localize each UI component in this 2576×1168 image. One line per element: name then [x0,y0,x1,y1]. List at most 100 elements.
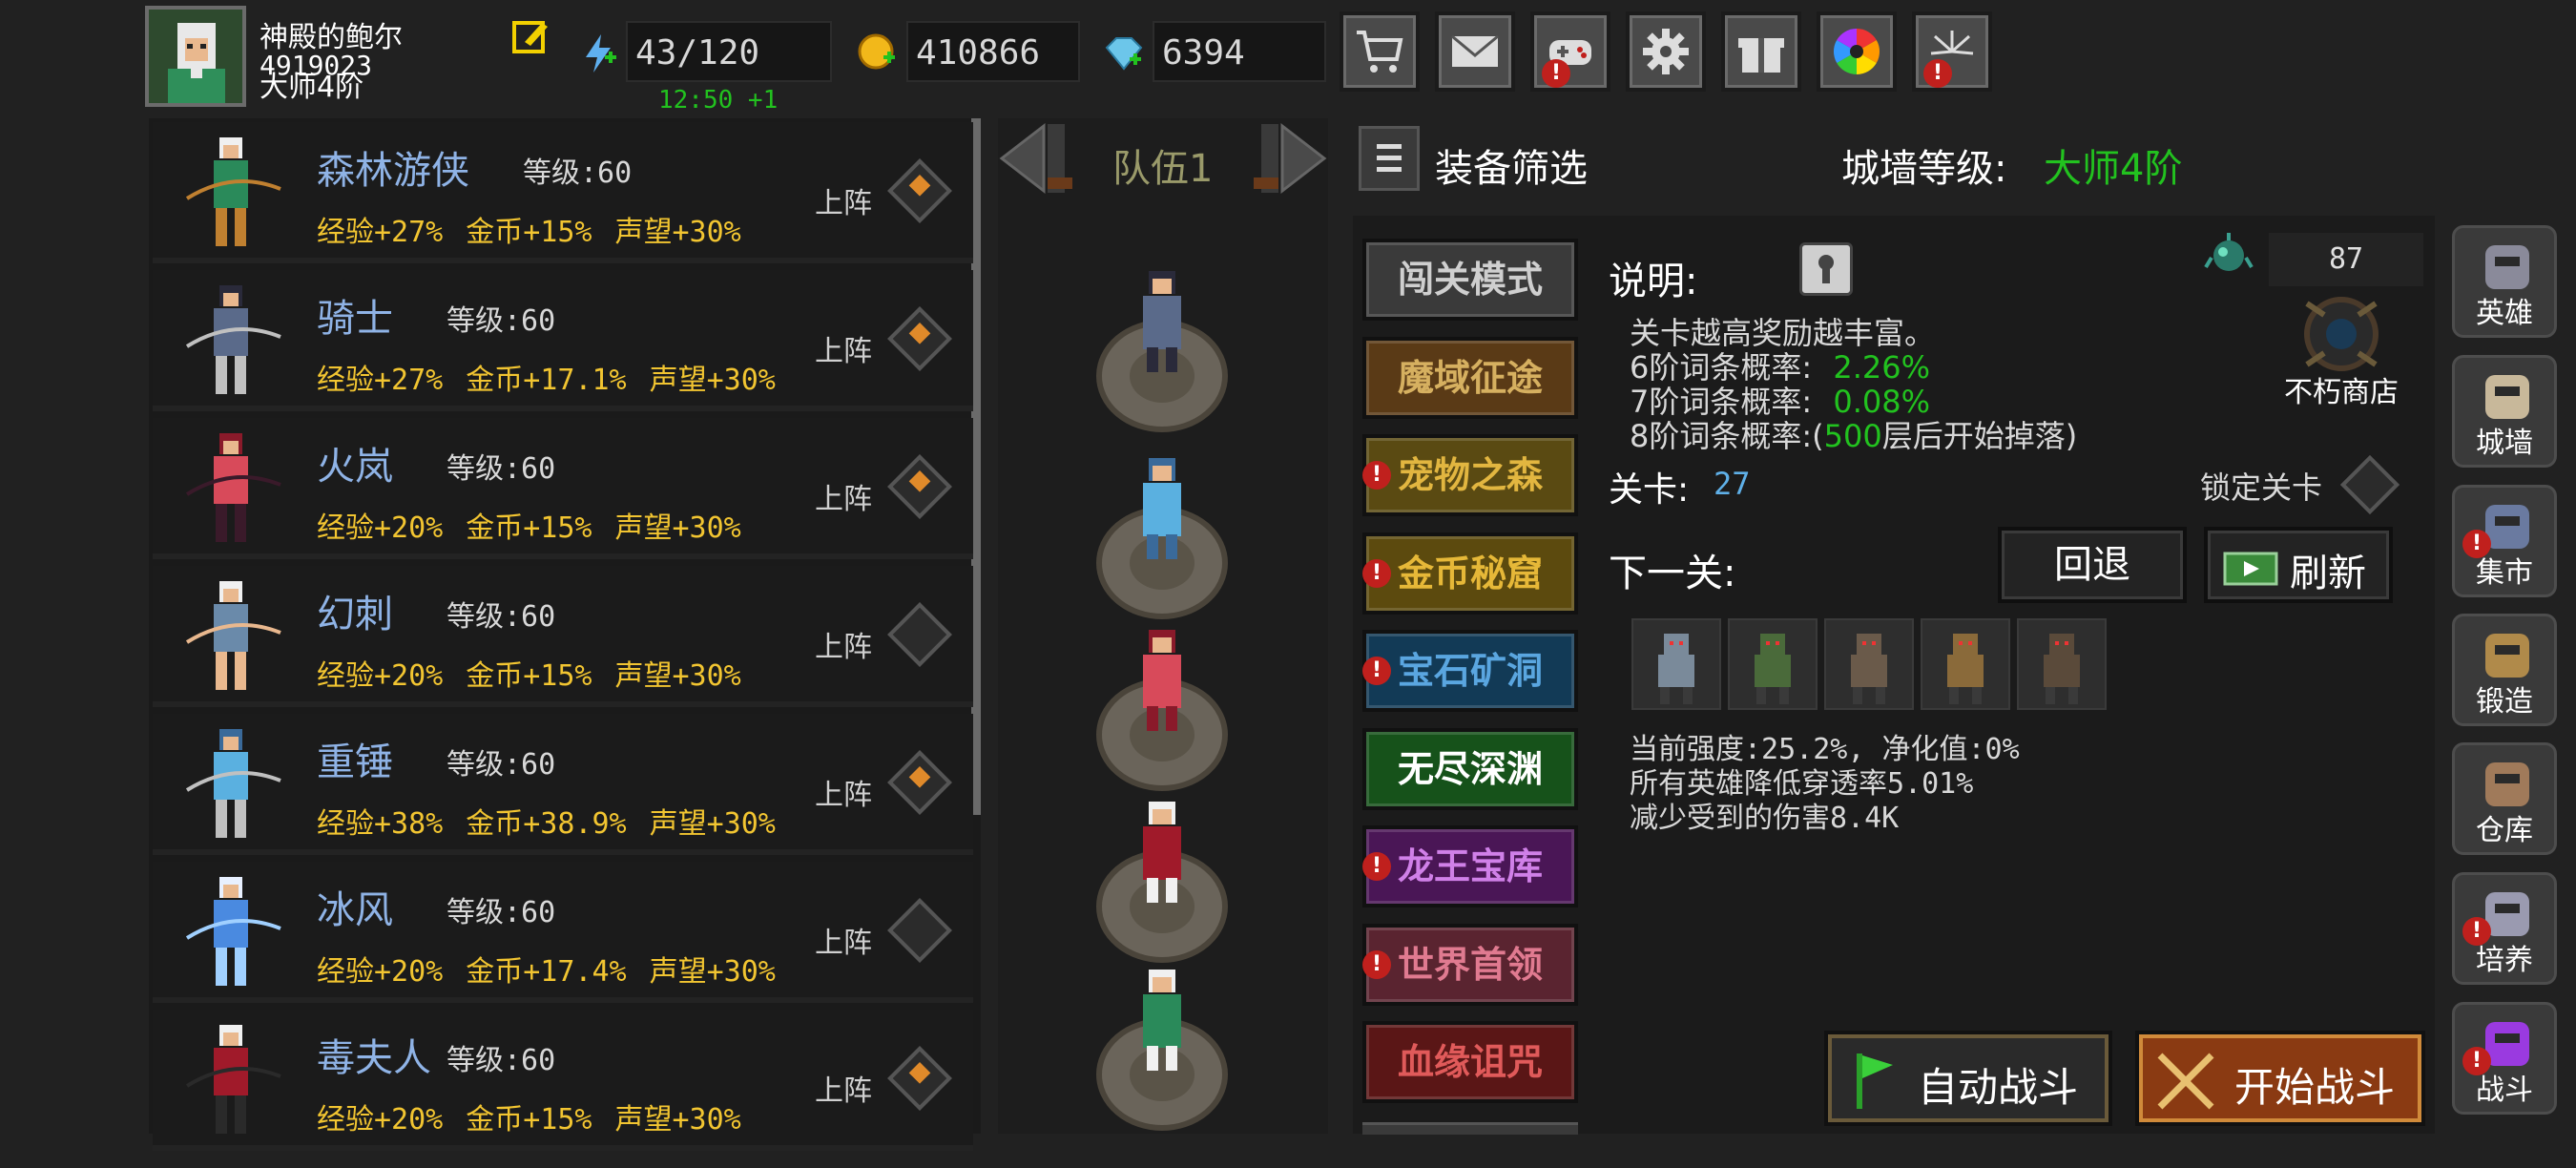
hero-name: 重锤 [317,740,393,784]
auto-battle-button[interactable]: 自动战斗 [1824,1031,2112,1126]
back-button[interactable]: 回退 [1998,527,2187,603]
equipment-filter-button[interactable] [1359,126,1420,191]
gift-button[interactable] [1721,11,1801,92]
mode-button[interactable]: 宠物之森! [1362,434,1578,516]
menu-chalice-button[interactable]: 培养! [2452,872,2557,985]
edit-name-icon[interactable] [511,17,550,55]
team-slot[interactable] [1095,782,1229,964]
start-battle-button[interactable]: 开始战斗 [2135,1031,2425,1126]
mode-label[interactable]: 闯关模式 [1398,259,1543,301]
mode-button[interactable]: 世界首领! [1362,923,1578,1006]
tier8-rate-value: 500 [1823,418,1882,454]
hero-fame-bonus: 声望+30% [614,511,741,545]
auto-battle-label[interactable]: 自动战斗 [1918,1055,2078,1114]
hero-deploy-toggle[interactable] [887,898,952,963]
tier8-rate-row: 8阶词条概率:(500层后开始掉落) [1630,412,2077,456]
fireworks-button[interactable]: ! [1912,11,1992,92]
hero-deploy-toggle[interactable] [887,1046,952,1111]
mode-button[interactable]: 龙王宝库! [1362,825,1578,907]
hero-portrait-icon [185,877,281,986]
mode-label[interactable]: 血缘诅咒 [1398,1041,1543,1083]
menu-castle-button[interactable]: 城墙 [2452,355,2557,468]
menu-anvil-button[interactable]: 锻造 [2452,614,2557,726]
enemy-preview[interactable] [2017,618,2107,710]
player-avatar[interactable] [145,6,246,107]
mode-label[interactable]: 金币秘窟 [1398,553,1543,594]
mode-alert-badge: ! [1362,852,1391,881]
team-next-arrow[interactable] [1250,120,1330,197]
color-wheel-button[interactable] [1817,11,1897,92]
menu-label: 锻造 [2476,685,2533,719]
mode-button[interactable]: 金币秘窟! [1362,532,1578,615]
hero-row[interactable]: 重锤 等级:60 经验+38% 金币+38.9% 声望+30% 上阵 [153,714,973,855]
energy-counter: 43/120 [626,21,832,82]
info-hint-button[interactable] [1799,242,1853,296]
mode-label[interactable]: 宝石矿洞 [1398,650,1543,692]
equipment-filter-label[interactable]: 装备筛选 [1435,137,1588,193]
immortal-shop-icon[interactable] [2286,292,2397,374]
key-icon [1818,255,1834,283]
gold-icon [857,31,899,73]
team-slot[interactable] [1095,439,1229,620]
mail-icon [1451,34,1499,67]
team-slot[interactable] [1095,252,1229,433]
hero-portrait-icon [185,285,281,394]
enemy-preview[interactable] [1728,618,1818,710]
hero-fame-bonus: 声望+30% [614,216,741,249]
hero-deploy-toggle[interactable] [887,602,952,667]
shop-cart-button[interactable] [1340,11,1420,92]
menu-market-button[interactable]: 集市! [2452,485,2557,597]
mode-button[interactable]: 无尽深渊 [1362,727,1578,810]
mode-button[interactable] [1362,1122,1578,1135]
mode-button[interactable]: 闯关模式 [1362,239,1578,321]
arrow-left-icon [999,122,1072,195]
settings-button[interactable] [1626,11,1706,92]
start-battle-label[interactable]: 开始战斗 [2234,1055,2395,1114]
enemy-preview[interactable] [1631,618,1721,710]
mode-alert-badge: ! [1362,657,1391,685]
team-slot[interactable] [1095,950,1229,1132]
hero-row[interactable]: 冰风 等级:60 经验+20% 金币+17.4% 声望+30% 上阵 [153,862,973,1003]
enemy-preview[interactable] [1921,618,2010,710]
minigame-button[interactable]: ! [1530,11,1610,92]
team-prev-arrow[interactable] [996,120,1076,197]
mode-label[interactable]: 宠物之森 [1398,454,1543,496]
hero-deploy-toggle[interactable] [887,158,952,223]
enemy-preview[interactable] [1824,618,1914,710]
team-slot[interactable] [1095,611,1229,792]
hero-row[interactable]: 火岚 等级:60 经验+20% 金币+15% 声望+30% 上阵 [153,418,973,559]
hero-row[interactable]: 骑士 等级:60 经验+27% 金币+17.1% 声望+30% 上阵 [153,270,973,411]
currency-crystal-icon [2202,229,2255,282]
hero-deploy-toggle[interactable] [887,306,952,371]
hero-deploy-toggle[interactable] [887,750,952,815]
monster-icon [2044,634,2080,704]
menu-helmet-button[interactable]: 英雄 [2452,225,2557,338]
hero-portrait-icon [185,581,281,690]
mode-label[interactable]: 龙王宝库 [1398,845,1543,887]
mode-button[interactable]: 魔域征途 [1362,336,1578,419]
stage-label: 关卡: [1609,470,1690,510]
mode-button[interactable]: 血缘诅咒 [1362,1021,1578,1103]
menu-label: 城墙 [2476,427,2533,460]
refresh-label[interactable]: 刷新 [2290,542,2366,597]
hero-portrait-icon [185,433,281,542]
mode-label[interactable]: 魔域征途 [1398,357,1543,399]
hero-deploy-toggle[interactable] [887,454,952,519]
mode-label[interactable]: 世界首领 [1398,944,1543,986]
mode-alert-badge: ! [1362,461,1391,490]
mode-label[interactable]: 无尽深渊 [1398,748,1543,790]
refresh-button[interactable]: 刷新 [2204,527,2393,603]
hero-row[interactable]: 毒夫人 等级:60 经验+20% 金币+15% 声望+30% 上阵 [153,1010,973,1151]
hero-gold-bonus: 金币+17.4% [466,955,627,989]
hero-fame-bonus: 声望+30% [649,955,776,989]
immortal-shop-label[interactable]: 不朽商店 [2284,368,2399,410]
mail-button[interactable] [1435,11,1515,92]
mode-button[interactable]: 宝石矿洞! [1362,630,1578,712]
team-label: 队伍1 [1112,147,1214,191]
hero-row[interactable]: 森林游侠 等级:60 经验+27% 金币+15% 声望+30% 上阵 [153,122,973,263]
menu-portal-button[interactable]: 战斗! [2452,1002,2557,1115]
monster-icon [1851,634,1887,704]
menu-chest-button[interactable]: 仓库 [2452,742,2557,855]
hero-exp-bonus: 经验+38% [317,807,444,841]
hero-row[interactable]: 幻刺 等级:60 经验+20% 金币+15% 声望+30% 上阵 [153,566,973,707]
